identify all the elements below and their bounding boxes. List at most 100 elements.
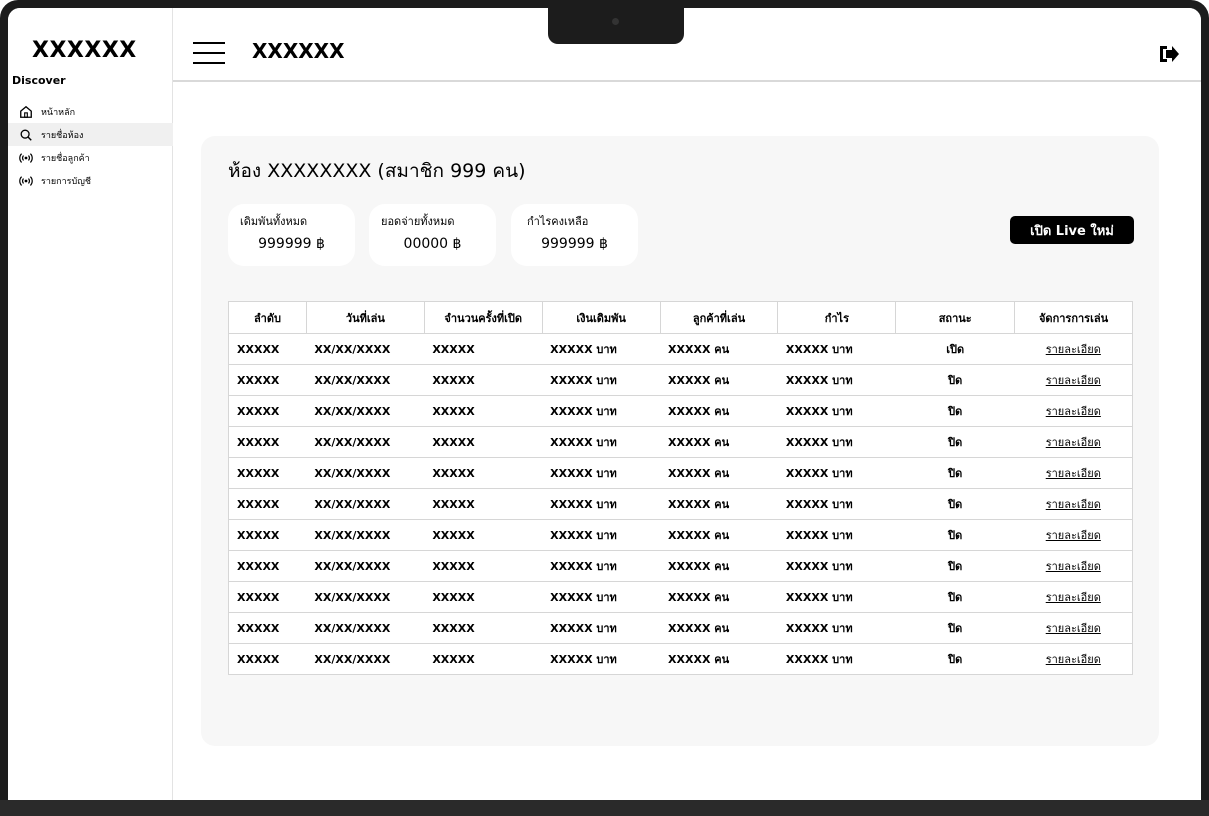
cell-bet: XXXXX บาท (542, 581, 661, 613)
cell-customers: XXXXX คน (660, 426, 778, 458)
cell-bet: XXXXX บาท (542, 488, 661, 520)
cell-profit: XXXXX บาท (777, 581, 896, 613)
column-header: เงินเดิมพัน (541, 301, 661, 334)
sidebar-item-home[interactable]: หน้าหลัก (8, 100, 173, 123)
sidebar-item-label: รายชื่อห้อง (41, 130, 84, 141)
details-link[interactable]: รายละเอียด (1046, 343, 1101, 356)
table-row: XXXXX XX/XX/XXXX XXXXX XXXXX บาท XXXXX คน XXX… (228, 395, 1133, 427)
cell-date: XX/XX/XXXX (306, 395, 425, 427)
details-link[interactable]: รายละเอียด (1046, 653, 1101, 666)
cell-action: รายละเอียด (1014, 364, 1133, 396)
table-body: XXXXX XX/XX/XXXX XXXXX XXXXX บาท XXXXX คน XXX… (228, 333, 1133, 675)
column-header: จำนวนครั้งที่เปิด (423, 301, 543, 334)
cell-bet: XXXXX บาท (542, 426, 661, 458)
cell-open-count: XXXXX (424, 643, 543, 675)
play-history-table: ลำดับ วันที่เล่น จำนวนครั้งที่เปิด เงินเ… (228, 301, 1133, 675)
cell-action: รายละเอียด (1014, 519, 1133, 551)
cell-status: ปิด (895, 488, 1015, 520)
cell-action: รายละเอียด (1014, 581, 1133, 613)
cell-open-count: XXXXX (424, 395, 543, 427)
sidebar-item-accounts[interactable]: รายการบัญชี (8, 169, 173, 192)
details-link[interactable]: รายละเอียด (1046, 529, 1101, 542)
sidebar-item-rooms[interactable]: รายชื่อห้อง (8, 123, 173, 146)
cell-profit: XXXXX บาท (777, 550, 896, 582)
cell-order: XXXXX (228, 364, 307, 396)
camera-notch (548, 8, 684, 44)
details-link[interactable]: รายละเอียด (1046, 560, 1101, 573)
cell-action: รายละเอียด (1014, 426, 1133, 458)
cell-order: XXXXX (228, 426, 307, 458)
cell-profit: XXXXX บาท (777, 643, 896, 675)
logout-icon[interactable] (1158, 44, 1180, 64)
cell-action: รายละเอียด (1014, 457, 1133, 489)
cell-action: รายละเอียด (1014, 488, 1133, 520)
cell-open-count: XXXXX (424, 519, 543, 551)
cell-action: รายละเอียด (1014, 612, 1133, 644)
cell-open-count: XXXXX (424, 488, 543, 520)
header-title: XXXXXX (252, 39, 345, 63)
cell-action: รายละเอียด (1014, 395, 1133, 427)
cell-date: XX/XX/XXXX (306, 643, 425, 675)
sidebar-item-customers[interactable]: รายชื่อลูกค้า (8, 146, 173, 169)
cell-status: ปิด (895, 426, 1015, 458)
details-link[interactable]: รายละเอียด (1046, 622, 1101, 635)
cell-status: ปิด (895, 457, 1015, 489)
cell-order: XXXXX (228, 519, 307, 551)
cell-open-count: XXXXX (424, 581, 543, 613)
cell-date: XX/XX/XXXX (306, 364, 425, 396)
cell-open-count: XXXXX (424, 550, 543, 582)
brand-logo: XXXXXX (32, 38, 137, 63)
cell-profit: XXXXX บาท (777, 426, 896, 458)
camera-icon (612, 18, 619, 25)
cell-action: รายละเอียด (1014, 550, 1133, 582)
cell-date: XX/XX/XXXX (306, 519, 425, 551)
sidebar-nav: หน้าหลัก รายชื่อห้อง รายชื่อลูกค้า รายกา… (8, 100, 173, 192)
table-row: XXXXX XX/XX/XXXX XXXXX XXXXX บาท XXXXX คน XXX… (228, 550, 1133, 582)
cell-date: XX/XX/XXXX (306, 333, 425, 365)
stat-total-bet: เดิมพันทั้งหมด 999999 ฿ (228, 204, 355, 266)
cell-customers: XXXXX คน (660, 519, 778, 551)
sidebar-item-label: หน้าหลัก (41, 107, 76, 118)
stat-value: 999999 ฿ (258, 236, 325, 252)
column-header: วันที่เล่น (305, 301, 425, 334)
cell-customers: XXXXX คน (660, 581, 778, 613)
cell-bet: XXXXX บาท (542, 550, 661, 582)
column-header: ลูกค้าที่เล่น (659, 301, 779, 334)
stat-total-paid: ยอดจ่ายทั้งหมด 00000 ฿ (369, 204, 496, 266)
search-icon (19, 128, 33, 142)
cell-profit: XXXXX บาท (777, 457, 896, 489)
table-row: XXXXX XX/XX/XXXX XXXXX XXXXX บาท XXXXX คน XXX… (228, 581, 1133, 613)
details-link[interactable]: รายละเอียด (1046, 436, 1101, 449)
cell-order: XXXXX (228, 488, 307, 520)
cell-status: ปิด (895, 550, 1015, 582)
details-link[interactable]: รายละเอียด (1046, 467, 1101, 480)
cell-profit: XXXXX บาท (777, 488, 896, 520)
menu-icon[interactable] (193, 42, 225, 64)
column-header: ลำดับ (228, 301, 307, 334)
cell-profit: XXXXX บาท (777, 395, 896, 427)
table-row: XXXXX XX/XX/XXXX XXXXX XXXXX บาท XXXXX คน XXX… (228, 426, 1133, 458)
table-header-row: ลำดับ วันที่เล่น จำนวนครั้งที่เปิด เงินเ… (228, 301, 1133, 334)
cell-action: รายละเอียด (1014, 643, 1133, 675)
column-header: สถานะ (895, 301, 1016, 334)
cell-order: XXXXX (228, 550, 307, 582)
top-header: XXXXXX (173, 8, 1201, 82)
cell-bet: XXXXX บาท (542, 457, 661, 489)
new-live-button[interactable]: เปิด Live ใหม่ (1010, 216, 1134, 244)
cell-status: ปิด (895, 612, 1015, 644)
cell-status: ปิด (895, 643, 1015, 675)
cell-date: XX/XX/XXXX (306, 426, 425, 458)
details-link[interactable]: รายละเอียด (1046, 591, 1101, 604)
details-link[interactable]: รายละเอียด (1046, 374, 1101, 387)
cell-date: XX/XX/XXXX (306, 457, 425, 489)
stat-label: เดิมพันทั้งหมด (240, 215, 308, 228)
cell-open-count: XXXXX (424, 457, 543, 489)
stat-label: ยอดจ่ายทั้งหมด (381, 215, 455, 228)
cell-status: ปิด (895, 519, 1015, 551)
table-row: XXXXX XX/XX/XXXX XXXXX XXXXX บาท XXXXX คน XXX… (228, 643, 1133, 675)
cell-order: XXXXX (228, 643, 307, 675)
cell-profit: XXXXX บาท (777, 364, 896, 396)
cell-bet: XXXXX บาท (542, 333, 661, 365)
details-link[interactable]: รายละเอียด (1046, 405, 1101, 418)
details-link[interactable]: รายละเอียด (1046, 498, 1101, 511)
